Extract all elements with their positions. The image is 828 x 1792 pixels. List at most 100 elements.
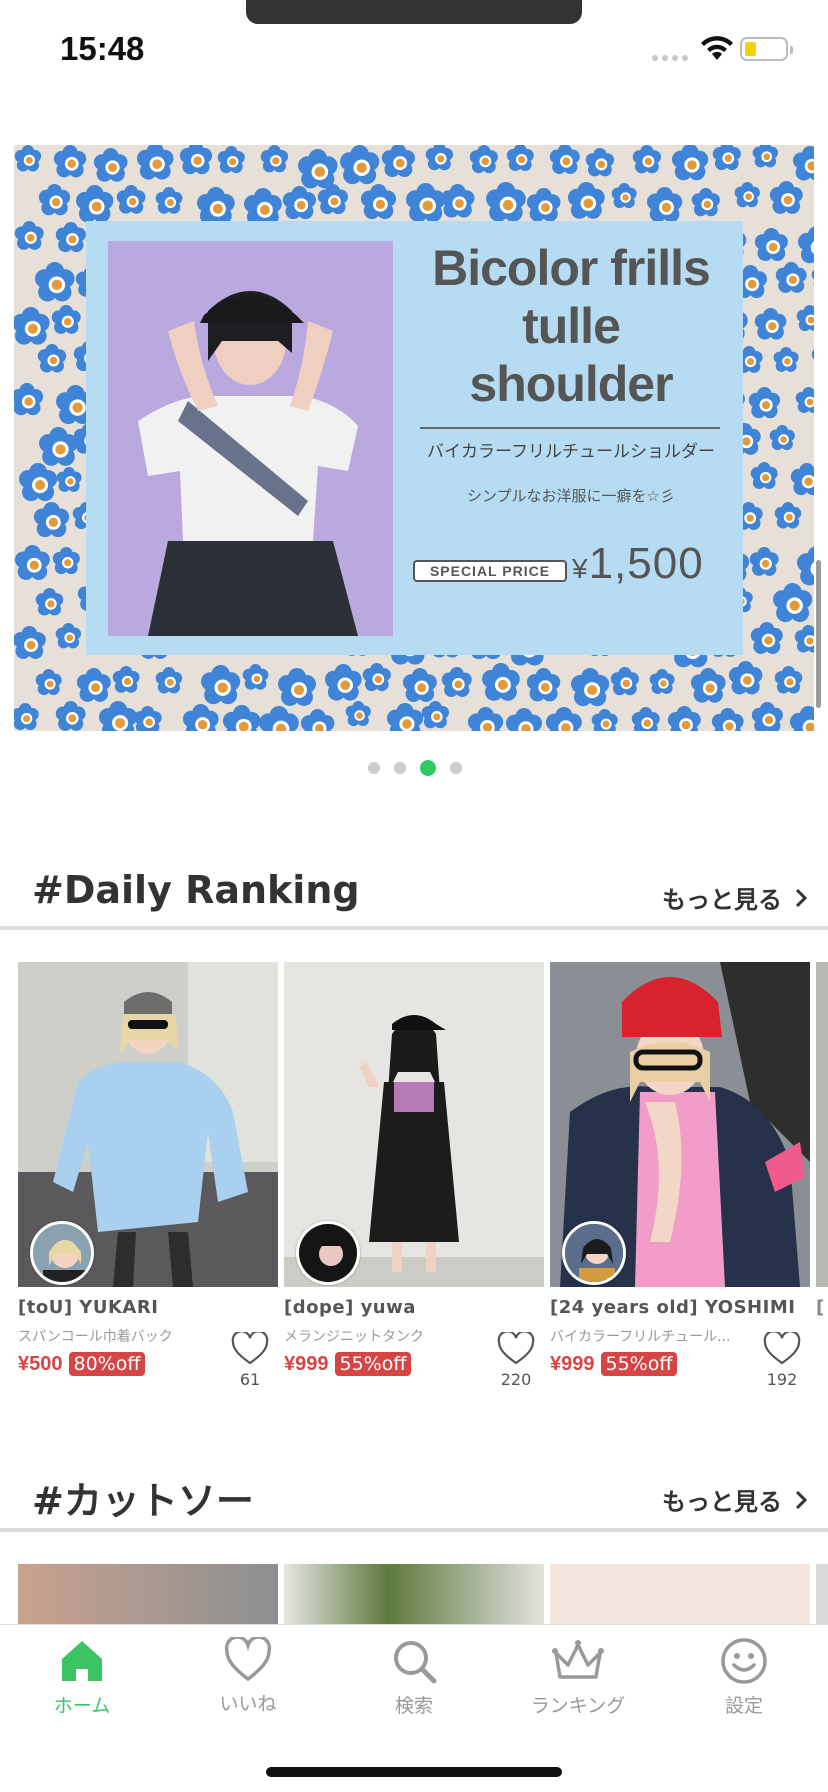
product-image[interactable] — [18, 962, 278, 1287]
product-card[interactable]: [dope] yuwa メランジニットタンク ¥999 55%off 220 — [284, 962, 544, 1389]
avatar[interactable] — [296, 1221, 360, 1285]
tab-ranking[interactable]: ランキング — [508, 1637, 648, 1718]
avatar[interactable] — [30, 1221, 94, 1285]
tab-label: ホーム — [53, 1695, 111, 1717]
like-button[interactable]: 61 — [228, 1330, 272, 1389]
flower-pattern-icon — [546, 707, 582, 731]
product-image[interactable] — [18, 1564, 278, 1624]
flower-pattern-icon — [567, 182, 605, 219]
flower-pattern-icon — [797, 226, 814, 264]
heart-icon — [231, 1330, 269, 1365]
chevron-right-icon — [795, 1490, 808, 1509]
flower-pattern-icon — [769, 181, 803, 215]
flower-pattern-icon — [14, 545, 50, 581]
scroll-indicator[interactable] — [816, 560, 821, 708]
like-button[interactable]: 220 — [494, 1330, 538, 1389]
flower-pattern-icon — [712, 145, 742, 171]
flower-pattern-icon — [55, 221, 86, 252]
pagination-dot[interactable] — [394, 762, 406, 774]
flower-pattern-icon — [749, 546, 779, 576]
flower-pattern-icon — [796, 304, 814, 331]
product-card[interactable]: [toU] YUKARI スパンコール巾着バック ¥500 80%off 61 — [18, 962, 278, 1389]
flower-pattern-icon — [14, 145, 42, 172]
flower-pattern-icon — [814, 427, 815, 464]
pagination-dot[interactable] — [450, 762, 462, 774]
flower-pattern-icon — [468, 707, 504, 731]
pagination-dot-active[interactable] — [420, 760, 436, 776]
flower-pattern-icon — [793, 146, 814, 181]
flower-pattern-icon — [14, 702, 39, 730]
like-count: 192 — [766, 1370, 798, 1389]
flower-pattern-icon — [38, 183, 70, 215]
flower-pattern-icon — [35, 668, 62, 695]
product-card[interactable] — [550, 1564, 810, 1624]
flower-pattern-icon — [98, 701, 137, 731]
flower-pattern-icon — [631, 706, 660, 731]
smiley-icon — [721, 1638, 767, 1684]
flower-pattern-icon — [37, 343, 67, 373]
product-image[interactable] — [550, 962, 810, 1287]
product-card[interactable] — [18, 1564, 278, 1624]
cutsew-carousel[interactable] — [18, 1564, 828, 1624]
product-image[interactable] — [816, 962, 828, 1287]
product-image[interactable] — [284, 1564, 544, 1624]
tab-home[interactable]: ホーム — [12, 1637, 152, 1718]
flower-pattern-icon — [53, 145, 87, 177]
flower-pattern-icon — [381, 145, 415, 178]
pagination-dot[interactable] — [368, 762, 380, 774]
ranking-carousel[interactable]: [toU] YUKARI スパンコール巾着バック ¥500 80%off 61 — [18, 962, 828, 1389]
flower-pattern-icon — [748, 387, 781, 419]
product-card[interactable] — [284, 1564, 544, 1624]
flower-pattern-icon — [755, 228, 789, 262]
flower-pattern-icon — [345, 701, 371, 727]
banner-divider — [420, 427, 720, 429]
tab-label: 検索 — [394, 1695, 433, 1717]
heart-icon — [224, 1635, 272, 1682]
banner-product-photo — [108, 241, 393, 636]
flower-pattern-icon — [507, 145, 535, 171]
flower-pattern-icon — [728, 661, 762, 695]
see-more-link[interactable]: もっと見る — [662, 1482, 808, 1517]
home-indicator[interactable] — [266, 1767, 562, 1777]
avatar[interactable] — [562, 1221, 626, 1285]
tab-likes[interactable]: いいね — [178, 1635, 318, 1716]
flower-pattern-icon — [93, 148, 128, 182]
flower-pattern-icon — [811, 349, 814, 360]
see-more-label: もっと見る — [662, 886, 782, 914]
search-icon — [394, 1641, 437, 1684]
product-card[interactable]: [24 years old] YOSHIMI バイカラーフリルチュール... ¥… — [550, 962, 810, 1389]
shop-name: [dope] yuwa — [284, 1297, 416, 1318]
promo-banner[interactable]: Bicolor frills tulle shoulder バイカラーフリルチュ… — [14, 145, 814, 731]
flower-pattern-icon — [217, 146, 245, 174]
flower-pattern-icon — [647, 186, 683, 222]
flower-pattern-icon — [259, 705, 299, 731]
flower-pattern-icon — [14, 306, 50, 345]
product-card[interactable] — [816, 1564, 828, 1624]
tab-search[interactable]: 検索 — [344, 1637, 484, 1718]
see-more-link[interactable]: もっと見る — [662, 880, 808, 915]
flower-pattern-icon — [505, 708, 542, 731]
flower-pattern-icon — [38, 427, 78, 467]
product-image[interactable] — [284, 962, 544, 1287]
flower-pattern-icon — [116, 184, 146, 214]
flower-pattern-icon — [155, 186, 183, 214]
flower-pattern-icon — [774, 666, 803, 694]
flower-pattern-icon — [182, 703, 219, 731]
carousel-pagination — [368, 760, 462, 776]
flower-pattern-icon — [52, 546, 80, 574]
flower-pattern-icon — [339, 145, 380, 184]
flower-pattern-icon — [752, 145, 778, 168]
tab-settings[interactable]: 設定 — [674, 1637, 814, 1718]
product-image[interactable] — [816, 1564, 828, 1624]
tab-label: ランキング — [530, 1695, 626, 1717]
flower-pattern-icon — [712, 708, 744, 731]
flower-pattern-icon — [36, 588, 64, 616]
flower-pattern-icon — [324, 664, 362, 701]
flower-pattern-icon — [775, 261, 807, 293]
like-button[interactable]: 192 — [760, 1330, 804, 1389]
product-card[interactable]: [ — [816, 962, 828, 1376]
flower-pattern-icon — [223, 705, 261, 731]
product-image[interactable] — [550, 1564, 810, 1624]
flower-pattern-icon — [754, 308, 787, 340]
flower-pattern-icon — [791, 463, 814, 496]
